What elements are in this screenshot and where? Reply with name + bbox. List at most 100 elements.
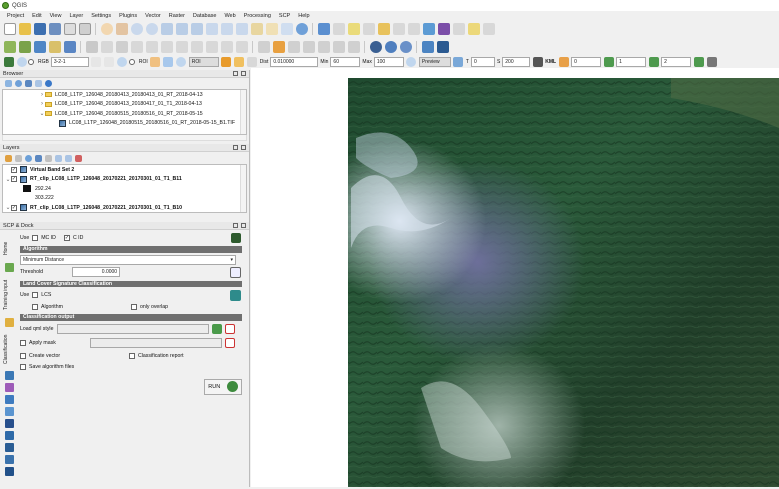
current-edits-icon[interactable] [85, 41, 98, 53]
add-wms-icon[interactable] [63, 41, 76, 53]
delete-selected-icon[interactable] [160, 41, 173, 53]
layout-manager-icon[interactable] [78, 23, 91, 35]
redo-roi-icon[interactable] [163, 56, 174, 67]
close-panel-icon[interactable] [241, 71, 246, 76]
roi-combo[interactable]: ROI [188, 56, 219, 67]
pin-labels-icon[interactable] [287, 41, 300, 53]
band-a-input[interactable]: 0 [571, 56, 602, 67]
pan-to-selection-icon[interactable] [115, 23, 128, 35]
s-input[interactable]: 200 [502, 56, 531, 67]
action-icon[interactable] [332, 23, 345, 35]
scp-home-icon[interactable] [3, 56, 14, 67]
filter-icon[interactable] [24, 80, 32, 87]
reset-qml-icon[interactable] [224, 324, 235, 334]
select-features-icon[interactable] [347, 23, 360, 35]
scp-input-icon[interactable] [369, 41, 382, 53]
python-console-icon[interactable] [421, 41, 434, 53]
collapse-all-icon[interactable] [34, 80, 42, 87]
layer-styling-icon[interactable] [4, 154, 12, 162]
deselect-icon[interactable] [377, 23, 390, 35]
zoom-roi-icon[interactable] [117, 56, 128, 67]
tab-training-input[interactable]: Training input [3, 275, 9, 315]
vertex-tool-icon[interactable] [145, 41, 158, 53]
menu-web[interactable]: Web [220, 13, 239, 19]
training-tab-icon[interactable] [5, 318, 14, 327]
identify-icon[interactable] [317, 23, 330, 35]
lcs-tool-icon[interactable] [229, 289, 241, 301]
layers-scrollbar[interactable] [240, 165, 246, 212]
mc-id-checkbox[interactable] [32, 235, 39, 241]
t-input[interactable]: 0 [470, 56, 495, 67]
preview-redo-icon[interactable] [453, 56, 464, 67]
algorithm-select[interactable]: Minimum Distance ▾ [20, 254, 236, 265]
download-icon[interactable] [5, 419, 14, 428]
layer-visibility-checkbox[interactable]: ✓ [11, 166, 17, 173]
menu-processing[interactable]: Processing [240, 13, 275, 19]
layer-visibility-checkbox[interactable]: ✓ [11, 204, 17, 211]
close-panel-icon[interactable] [241, 145, 246, 150]
max-input[interactable]: 100 [373, 56, 404, 67]
remove-layer-icon[interactable] [74, 154, 82, 162]
roi-pointer-icon[interactable] [221, 56, 232, 67]
open-project-icon[interactable] [18, 23, 31, 35]
band-b-next-icon[interactable] [648, 56, 659, 67]
rgb-combo[interactable]: 3-2-1 [50, 56, 89, 67]
zoom-full-icon[interactable] [160, 23, 173, 35]
reset-mask-icon[interactable] [224, 337, 235, 348]
undo-icon[interactable] [220, 41, 233, 53]
float-panel-icon[interactable] [233, 145, 238, 150]
zoom-out-icon[interactable] [145, 23, 158, 35]
band-c-input[interactable]: 2 [661, 56, 692, 67]
move-label-icon[interactable] [317, 41, 330, 53]
select-value-icon[interactable] [362, 23, 375, 35]
zoom-input-icon[interactable] [16, 56, 27, 67]
band-set-tab-icon[interactable] [5, 431, 14, 440]
add-raster-icon[interactable] [33, 41, 46, 53]
lcs-checkbox[interactable] [32, 292, 39, 298]
map-canvas[interactable] [251, 68, 779, 487]
attribute-table-icon[interactable] [392, 23, 405, 35]
kml-button[interactable]: KML [545, 59, 556, 65]
band-calc-icon[interactable] [5, 371, 14, 380]
menu-vector[interactable]: Vector [141, 13, 165, 19]
layer-item[interactable]: ✓ Virtual Band Set 2 [3, 165, 246, 175]
menu-view[interactable]: View [46, 13, 66, 19]
zoom-last-icon[interactable] [220, 23, 233, 35]
manage-themes-icon[interactable] [24, 154, 32, 162]
new-map-view-icon[interactable] [250, 23, 263, 35]
print-layout-icon[interactable] [63, 23, 76, 35]
rgb-toggle[interactable] [28, 58, 34, 65]
rotate-label-icon[interactable] [332, 41, 345, 53]
paste-features-icon[interactable] [205, 41, 218, 53]
add-selected-icon[interactable] [4, 80, 12, 87]
properties-icon[interactable] [44, 80, 52, 87]
add-vector-icon[interactable] [18, 41, 31, 53]
band-set-tool-icon[interactable] [706, 56, 717, 67]
filter-expression-icon[interactable] [44, 154, 52, 162]
home-tab-icon[interactable] [5, 263, 14, 272]
menu-layer[interactable]: Layer [65, 13, 87, 19]
toggle-editing-icon[interactable] [100, 41, 113, 53]
copy-features-icon[interactable] [190, 41, 203, 53]
tab-classification[interactable]: Classification [3, 330, 9, 368]
scp-band-set-icon[interactable] [384, 41, 397, 53]
classification-report-checkbox[interactable] [129, 352, 135, 359]
filter-legend-icon[interactable] [34, 154, 42, 162]
band-set-icon[interactable] [558, 56, 569, 67]
rgb-next-icon[interactable] [104, 56, 115, 67]
rgb-previous-icon[interactable] [91, 56, 102, 67]
algorithm-checkbox[interactable] [32, 303, 38, 310]
dist-input[interactable]: 0.010000 [270, 56, 319, 67]
browser-item[interactable]: ⌄ LC08_L1TP_126048_20180515_20180516_01_… [3, 109, 246, 119]
zoom-native-icon[interactable] [205, 23, 218, 35]
map-tips-icon[interactable] [467, 23, 480, 35]
browser-item[interactable]: › LC08_L1TP_126048_20180413_20180413_01_… [3, 90, 246, 100]
zoom-preview-icon[interactable] [406, 56, 417, 67]
layer-visibility-checkbox[interactable]: ✓ [11, 176, 17, 183]
create-roi-icon[interactable] [150, 56, 161, 67]
only-overlap-checkbox[interactable] [131, 303, 137, 310]
c-id-checkbox[interactable]: ✓ [63, 235, 70, 241]
text-annotation-icon[interactable] [482, 23, 495, 35]
band-a-next-icon[interactable] [603, 56, 614, 67]
about-icon[interactable] [5, 467, 14, 476]
